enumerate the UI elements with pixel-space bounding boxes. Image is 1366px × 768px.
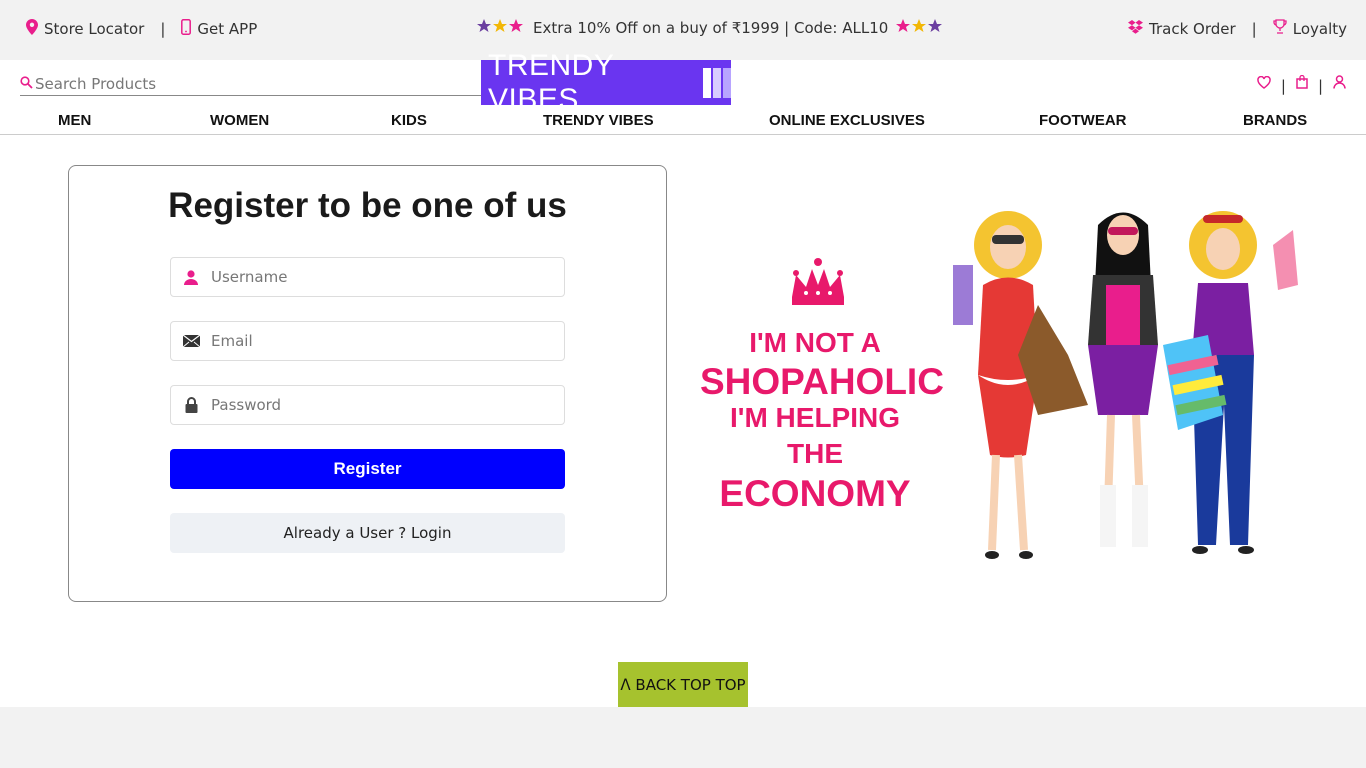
store-locator-link[interactable]: Store Locator	[44, 20, 144, 38]
mobile-phone-icon	[181, 19, 192, 39]
username-field-wrapper	[170, 257, 565, 297]
footer	[0, 707, 1366, 768]
promo-line-4: THE	[787, 438, 843, 469]
promo-text: Extra 10% Off on a buy of ₹1999 | Code: …	[533, 19, 889, 37]
site-logo[interactable]: TRENDY VIBES	[481, 49, 731, 116]
loyalty-link[interactable]: Loyalty	[1293, 20, 1347, 38]
track-order-link[interactable]: Track Order	[1149, 20, 1236, 38]
separator: |	[1251, 19, 1257, 38]
nav-item-men[interactable]: MEN	[58, 112, 91, 129]
promo-line-2: SHOPAHOLIC	[700, 361, 944, 402]
nav-item-footwear[interactable]: FOOTWEAR	[1039, 112, 1127, 129]
logo-bars-icon	[703, 67, 731, 98]
search-icon	[20, 74, 33, 93]
separator: |	[160, 20, 166, 38]
envelope-icon	[171, 335, 211, 347]
register-card: Register to be one of us Register Alread…	[68, 165, 667, 602]
lock-icon	[171, 397, 211, 413]
main-header: TRENDY VIBES | | MEN WOMEN KIDS TRENDY V…	[0, 49, 1366, 135]
login-button[interactable]: Already a User ? Login	[170, 513, 565, 553]
separator: |	[1280, 77, 1286, 95]
shopping-girls-illustration	[953, 211, 1298, 559]
top-bar-left: Store Locator | Get APP	[26, 19, 257, 39]
email-field-wrapper	[170, 321, 565, 361]
nav-item-trendy-vibes[interactable]: TRENDY VIBES	[543, 112, 654, 129]
promo-image: I'M NOT A SHOPAHOLIC I'M HELPING THE ECO…	[700, 205, 1300, 565]
dropbox-icon	[1128, 19, 1144, 38]
header-icons: | |	[1257, 73, 1346, 95]
promo-banner: Extra 10% Off on a buy of ₹1999 | Code: …	[477, 19, 944, 37]
star-icon	[477, 19, 525, 37]
email-input[interactable]	[211, 332, 551, 350]
top-bar-right: Track Order | Loyalty	[1128, 19, 1347, 38]
nav-item-brands[interactable]: BRANDS	[1243, 112, 1307, 129]
promo-line-5: ECONOMY	[719, 473, 911, 514]
separator: |	[1317, 77, 1323, 95]
username-input[interactable]	[211, 268, 551, 286]
nav-item-online-exclusives[interactable]: ONLINE EXCLUSIVES	[769, 112, 925, 129]
search-bar	[20, 72, 481, 96]
star-icon	[896, 19, 944, 37]
promo-line-1: I'M NOT A	[749, 327, 881, 358]
nav-item-women[interactable]: WOMEN	[210, 112, 269, 129]
crown-icon	[788, 257, 848, 313]
trophy-icon	[1273, 19, 1287, 38]
get-app-link[interactable]: Get APP	[197, 20, 257, 38]
promo-line-3: I'M HELPING	[730, 402, 900, 433]
search-input[interactable]	[35, 74, 475, 93]
password-field-wrapper	[170, 385, 565, 425]
register-button[interactable]: Register	[170, 449, 565, 489]
wishlist-heart-icon[interactable]	[1257, 75, 1271, 93]
location-pin-icon	[26, 19, 38, 39]
nav-item-kids[interactable]: KIDS	[391, 112, 427, 129]
user-icon	[171, 269, 211, 285]
password-input[interactable]	[211, 396, 551, 414]
shopping-bag-icon[interactable]	[1296, 74, 1308, 93]
user-account-icon[interactable]	[1333, 75, 1346, 93]
register-title: Register to be one of us	[168, 186, 567, 225]
back-to-top-button[interactable]: ᐱ BACK TOP TOP	[618, 662, 748, 707]
main-content: Register to be one of us Register Alread…	[0, 135, 1366, 707]
logo-text: TRENDY VIBES	[488, 48, 614, 116]
